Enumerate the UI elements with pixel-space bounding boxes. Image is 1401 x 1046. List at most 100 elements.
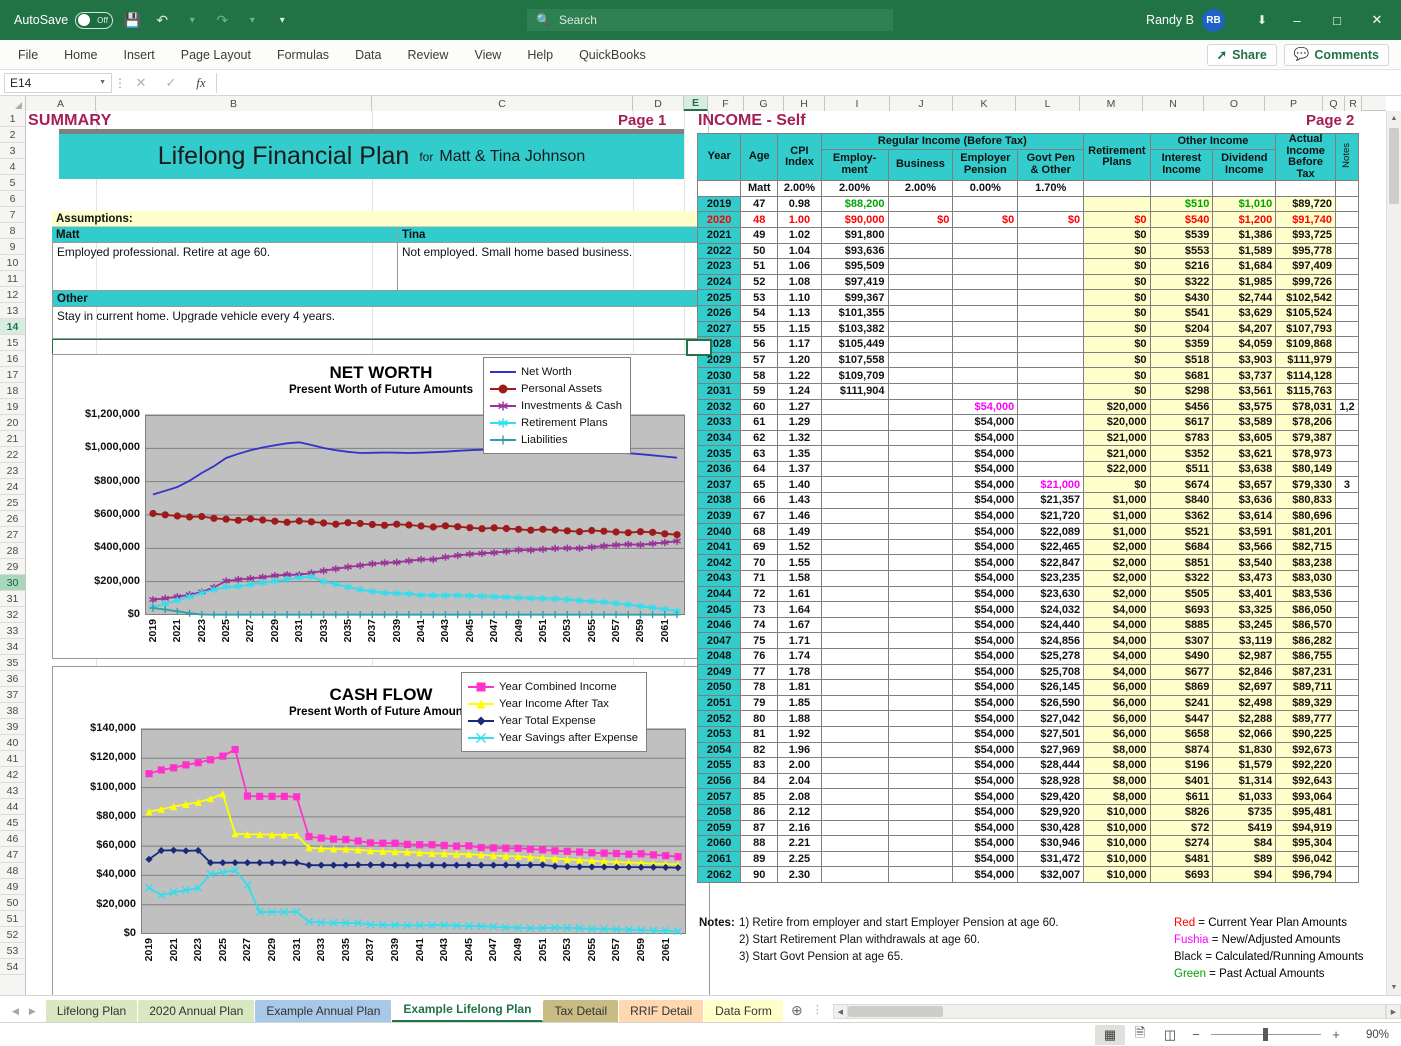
cell-retirement_plans[interactable]: $2,000 — [1083, 554, 1151, 572]
cell-employment[interactable] — [820, 850, 889, 868]
cell-age[interactable]: 48 — [740, 211, 779, 228]
cell-employer_pension[interactable]: $54,000 — [952, 819, 1019, 837]
cell-employer_pension[interactable]: $54,000 — [952, 741, 1019, 759]
cell-retirement_plans[interactable]: $0 — [1083, 211, 1151, 228]
undo-dropdown-icon[interactable]: ▾ — [181, 9, 203, 31]
table-row[interactable]: 2022 50 1.04 $93,636 $0 $553 $1,589 $95,778 — [696, 242, 1360, 260]
autosave-toggle[interactable]: AutoSave Off — [14, 11, 114, 29]
cell-employment[interactable] — [820, 398, 889, 416]
cell-actual[interactable]: $94,919 — [1275, 819, 1336, 837]
cell-dividend[interactable]: $3,325 — [1212, 601, 1277, 618]
cell-govt_pen[interactable]: $25,278 — [1017, 648, 1085, 665]
cell-employer_pension[interactable]: $54,000 — [952, 476, 1019, 494]
cell-actual[interactable]: $96,042 — [1275, 850, 1336, 868]
cell-notes[interactable] — [1334, 710, 1360, 727]
cell-employer_pension[interactable]: $54,000 — [952, 772, 1019, 790]
cell-cpi[interactable]: 2.04 — [777, 772, 822, 790]
row-header-53[interactable]: 53 — [0, 943, 25, 959]
cell-actual[interactable]: $89,720 — [1275, 195, 1336, 213]
cell-notes[interactable] — [1334, 679, 1360, 696]
row-header-33[interactable]: 33 — [0, 623, 25, 639]
cell-employment[interactable] — [820, 788, 889, 805]
cell-business[interactable] — [887, 289, 954, 306]
cell-cpi[interactable]: 2.16 — [777, 819, 822, 837]
cell-actual[interactable]: $111,979 — [1275, 351, 1336, 369]
cell-age[interactable]: 64 — [740, 460, 779, 478]
cell-dividend[interactable]: $1,684 — [1212, 258, 1277, 275]
cell-dividend[interactable]: $2,498 — [1212, 694, 1277, 712]
cell-employment[interactable]: $95,509 — [820, 258, 889, 275]
cell-business[interactable] — [887, 772, 954, 790]
cell-notes[interactable]: 3 — [1334, 476, 1360, 494]
cell-interest[interactable]: $840 — [1149, 492, 1214, 509]
cell-retirement_plans[interactable]: $21,000 — [1083, 445, 1151, 462]
row-header-11[interactable]: 11 — [0, 271, 25, 287]
cell-retirement_plans[interactable]: $20,000 — [1083, 414, 1151, 431]
cell-retirement_plans[interactable]: $1,000 — [1083, 523, 1151, 540]
cell-age[interactable]: 85 — [740, 788, 779, 805]
cell-employment[interactable] — [820, 445, 889, 462]
cell-dividend[interactable]: $94 — [1212, 866, 1277, 883]
cell-interest[interactable]: $540 — [1149, 211, 1214, 228]
cell-age[interactable]: 61 — [740, 414, 779, 431]
cell-year[interactable]: 2058 — [696, 803, 742, 821]
sheet-tab-tax-detail[interactable]: Tax Detail — [543, 1000, 620, 1022]
cell-employment[interactable]: $111,904 — [820, 382, 889, 400]
table-row[interactable]: 2039 67 1.46 $54,000 $21,720 $1,000 $362 $3,614… — [696, 507, 1360, 525]
cell-year[interactable]: 2038 — [696, 492, 742, 509]
row-header-6[interactable]: 6 — [0, 191, 25, 207]
table-row[interactable]: 2029 57 1.20 $107,558 $0 $518 $3,903 $111,979 — [696, 351, 1360, 369]
row-header-29[interactable]: 29 — [0, 559, 25, 575]
cell-actual[interactable]: $105,524 — [1275, 304, 1336, 322]
cell-interest[interactable]: $196 — [1149, 757, 1214, 774]
ribbon-tab-data[interactable]: Data — [342, 40, 394, 70]
cell-age[interactable]: 78 — [740, 679, 779, 696]
cell-dividend[interactable]: $2,846 — [1212, 663, 1277, 681]
cell-govt_pen[interactable]: $23,235 — [1017, 570, 1085, 587]
cell-govt_pen[interactable]: $21,720 — [1017, 507, 1085, 525]
page-layout-view-icon[interactable]: 🗎 — [1125, 1025, 1155, 1045]
cell-business[interactable] — [887, 351, 954, 369]
cell-notes[interactable] — [1334, 258, 1360, 275]
cell-retirement_plans[interactable]: $0 — [1083, 273, 1151, 291]
cell-year[interactable]: 2023 — [696, 258, 742, 275]
column-header-K[interactable]: K — [953, 96, 1016, 111]
cell-retirement_plans[interactable]: $10,000 — [1083, 803, 1151, 821]
cell-govt_pen[interactable] — [1017, 445, 1085, 462]
cell-employment[interactable] — [820, 460, 889, 478]
cell-retirement_plans[interactable]: $0 — [1083, 289, 1151, 306]
cell-interest[interactable]: $851 — [1149, 554, 1214, 572]
cell-employment[interactable] — [820, 523, 889, 540]
table-row[interactable]: 2037 65 1.40 $54,000 $21,000 $0 $674 $3,657 $79,… — [696, 476, 1360, 494]
cell-notes[interactable] — [1334, 538, 1360, 556]
cell-actual[interactable]: $80,833 — [1275, 492, 1336, 509]
cell-cpi[interactable]: 1.29 — [777, 414, 822, 431]
table-row[interactable]: 2021 49 1.02 $91,800 $0 $539 $1,386 $93,725 — [696, 226, 1360, 244]
row-header-10[interactable]: 10 — [0, 255, 25, 271]
table-row[interactable]: 2053 81 1.92 $54,000 $27,501 $6,000 $658 $2,066… — [696, 725, 1360, 743]
cell-notes[interactable] — [1334, 445, 1360, 462]
cell-interest[interactable]: $456 — [1149, 398, 1214, 416]
cell-cpi[interactable]: 1.06 — [777, 258, 822, 275]
cell-retirement_plans[interactable]: $0 — [1083, 258, 1151, 275]
cell-age[interactable]: 76 — [740, 648, 779, 665]
cell-retirement_plans[interactable]: $4,000 — [1083, 632, 1151, 649]
cell-year[interactable]: 2019 — [696, 195, 742, 213]
cell-notes[interactable] — [1334, 289, 1360, 306]
cell-govt_pen[interactable]: $25,708 — [1017, 663, 1085, 681]
cell-interest[interactable]: $401 — [1149, 772, 1214, 790]
cell-employment[interactable] — [820, 819, 889, 837]
cell-business[interactable] — [887, 570, 954, 587]
cell-dividend[interactable]: $1,033 — [1212, 788, 1277, 805]
cell-govt_pen[interactable]: $0 — [1017, 211, 1085, 228]
cell-actual[interactable]: $78,206 — [1275, 414, 1336, 431]
cell-govt_pen[interactable]: $26,590 — [1017, 694, 1085, 712]
cell-actual[interactable]: $92,220 — [1275, 757, 1336, 774]
cell-cpi[interactable]: 1.52 — [777, 538, 822, 556]
cell-notes[interactable] — [1334, 648, 1360, 665]
cell-year[interactable]: 2055 — [696, 757, 742, 774]
cell-actual[interactable]: $109,868 — [1275, 336, 1336, 353]
sheet-prev-arrow[interactable]: ◀ — [12, 1006, 19, 1017]
cell-employer_pension[interactable] — [952, 336, 1019, 353]
cell-age[interactable]: 66 — [740, 492, 779, 509]
